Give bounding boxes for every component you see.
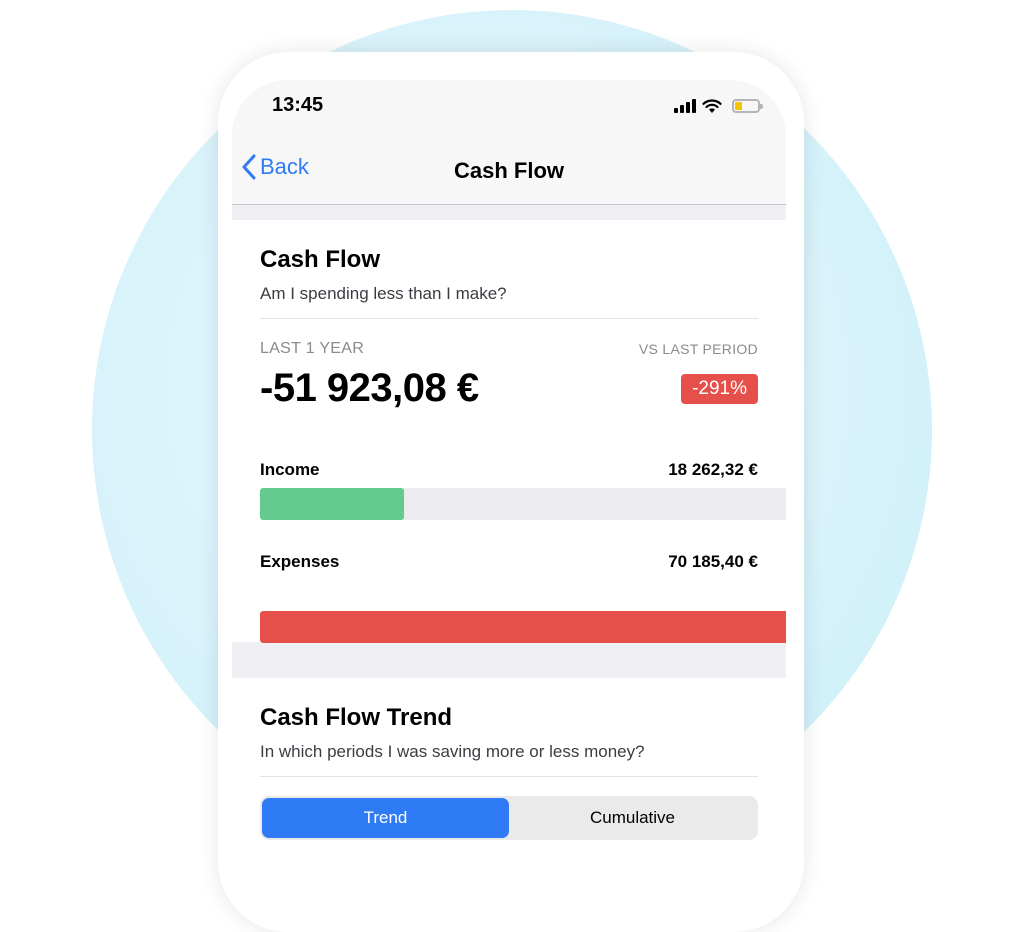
phone-screen: 13:45 Back Cash Flow Cash Flow Am I spen… [232,80,786,932]
income-label: Income [260,460,320,479]
nav-title: Cash Flow [453,158,564,183]
compare-label: VS LAST PERIOD [638,341,758,357]
income-value: 18 262,32 € [668,460,758,479]
divider [260,318,758,319]
battery-level [735,102,742,110]
navigation-bar: Back Cash Flow [232,142,786,205]
divider [260,776,758,777]
status-bar: 13:45 [232,80,786,142]
expenses-label: Expenses [260,552,340,571]
status-time: 13:45 [272,94,324,116]
segment-cumulative[interactable]: Cumulative [509,798,756,838]
status-icons [674,96,763,116]
signal-icon [674,99,696,113]
cash-flow-trend-card: Cash Flow Trend In which periods I was s… [232,678,786,932]
cash-flow-card: Cash Flow Am I spending less than I make… [232,220,786,643]
segment-trend[interactable]: Trend [262,798,509,838]
expenses-bar [260,611,786,643]
card-title: Cash Flow [260,246,381,273]
card-subtitle: In which periods I was saving more or le… [260,742,645,761]
card-subtitle: Am I spending less than I make? [260,284,507,303]
expenses-value: 70 185,40 € [668,552,758,571]
battery-icon [732,99,763,113]
card-title: Cash Flow Trend [260,704,453,731]
income-bar-fill [260,488,405,520]
net-amount: -51 923,08 € [260,366,479,410]
segmented-control: Trend Cumulative [260,796,758,840]
wifi-icon [702,99,722,113]
period-label: LAST 1 YEAR [260,340,365,357]
phone-frame: 13:45 Back Cash Flow Cash Flow Am I spen… [218,52,804,932]
income-bar [260,488,786,520]
expenses-bar-fill [260,611,786,643]
change-badge: -291% [681,373,758,404]
